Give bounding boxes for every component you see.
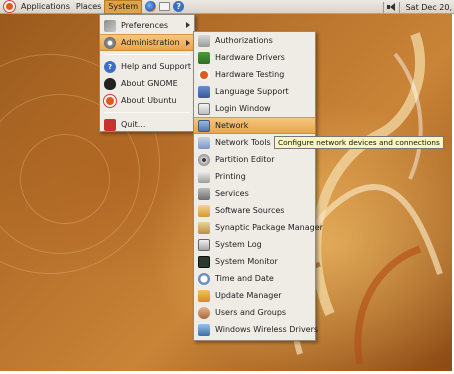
users-groups-icon: [198, 306, 210, 319]
login-window-icon: [198, 102, 210, 115]
menu-item-label: Help and Support: [121, 62, 191, 71]
menu-item-hardware-testing[interactable]: Hardware Testing: [194, 66, 315, 83]
language-support-icon: [198, 85, 210, 98]
menu-item-label: Printing: [215, 172, 246, 181]
menu-item-services[interactable]: Services: [194, 185, 315, 202]
menu-item-about-gnome[interactable]: About GNOME: [100, 75, 194, 92]
menu-item-network[interactable]: Network: [194, 117, 315, 134]
update-manager-icon: [198, 289, 210, 302]
administration-icon: [104, 36, 116, 49]
menu-item-label: Time and Date: [215, 274, 274, 283]
menu-item-hardware-drivers[interactable]: Hardware Drivers: [194, 49, 315, 66]
menu-item-label: Network Tools: [215, 138, 271, 147]
administration-submenu: Authorizations Hardware Drivers Hardware…: [193, 31, 323, 341]
applications-menu[interactable]: Applications: [18, 0, 73, 14]
menu-item-synaptic[interactable]: Synaptic Package Manager: [194, 219, 323, 236]
synaptic-icon: [198, 221, 210, 234]
menu-item-partition-editor[interactable]: Partition Editor: [194, 151, 315, 168]
menu-item-label: Administration: [121, 38, 180, 47]
hardware-drivers-icon: [198, 51, 210, 64]
menu-item-update-manager[interactable]: Update Manager: [194, 287, 315, 304]
menu-item-administration[interactable]: Administration: [100, 34, 194, 51]
submenu-arrow-icon: [186, 40, 190, 46]
hardware-testing-icon: [198, 68, 210, 81]
menu-item-label: System Monitor: [215, 257, 278, 266]
menu-item-login-window[interactable]: Login Window: [194, 100, 315, 117]
gnome-foot-icon: [104, 77, 116, 90]
menu-item-printing[interactable]: Printing: [194, 168, 315, 185]
wireless-drivers-icon: [198, 323, 210, 336]
menu-item-help-support[interactable]: ? Help and Support: [100, 58, 194, 75]
menu-item-label: Quit...: [121, 120, 146, 129]
power-icon: [104, 118, 116, 131]
top-panel: Applications Places System ? Sat Dec 20,: [0, 0, 454, 14]
printer-icon: [198, 170, 210, 183]
panel-tray: Sat Dec 20,: [380, 0, 454, 14]
menu-separator: [104, 54, 190, 55]
menu-item-system-monitor[interactable]: System Monitor: [194, 253, 315, 270]
firefox-icon[interactable]: [145, 1, 157, 12]
menu-item-windows-wireless-drivers[interactable]: Windows Wireless Drivers: [194, 321, 319, 338]
menu-item-label: Hardware Testing: [215, 70, 285, 79]
menu-item-label: Users and Groups: [215, 308, 287, 317]
menu-item-label: Authorizations: [215, 36, 273, 45]
system-monitor-icon: [198, 255, 210, 268]
partition-editor-icon: [198, 153, 210, 166]
software-sources-icon: [198, 204, 210, 217]
menu-item-label: Network: [215, 121, 249, 130]
system-dropdown-menu: Preferences Administration ? Help and Su…: [99, 14, 195, 132]
menu-item-authorizations[interactable]: Authorizations: [194, 32, 315, 49]
menu-item-label: Partition Editor: [215, 155, 275, 164]
menu-item-about-ubuntu[interactable]: About Ubuntu: [100, 92, 194, 109]
menu-item-label: System Log: [215, 240, 262, 249]
menu-item-label: Services: [215, 189, 249, 198]
menu-item-users-groups[interactable]: Users and Groups: [194, 304, 315, 321]
menu-item-system-log[interactable]: System Log: [194, 236, 315, 253]
menu-item-label: Software Sources: [215, 206, 285, 215]
menu-item-quit[interactable]: Quit...: [100, 116, 194, 133]
menu-item-label: Synaptic Package Manager: [215, 223, 323, 232]
panel-separator: [398, 1, 400, 13]
network-icon: [198, 119, 210, 132]
system-menu[interactable]: System: [104, 0, 143, 14]
time-date-icon: [198, 272, 210, 285]
menu-item-label: Update Manager: [215, 291, 282, 300]
places-menu[interactable]: Places: [73, 0, 104, 14]
menu-item-label: About Ubuntu: [121, 96, 177, 105]
menu-item-label: Hardware Drivers: [215, 53, 285, 62]
help-icon[interactable]: ?: [173, 1, 185, 12]
menu-item-software-sources[interactable]: Software Sources: [194, 202, 315, 219]
help-icon: ?: [104, 60, 116, 73]
menu-item-label: About GNOME: [121, 79, 178, 88]
network-tools-icon: [198, 136, 210, 149]
menu-item-label: Windows Wireless Drivers: [215, 325, 319, 334]
menu-item-preferences[interactable]: Preferences: [100, 17, 194, 34]
menu-item-label: Language Support: [215, 87, 289, 96]
menu-item-label: Login Window: [215, 104, 271, 113]
authorizations-icon: [198, 34, 210, 47]
submenu-arrow-icon: [186, 22, 190, 28]
volume-icon[interactable]: [386, 3, 396, 11]
ubuntu-logo-icon[interactable]: [4, 1, 15, 12]
menu-item-time-date[interactable]: Time and Date: [194, 270, 315, 287]
services-icon: [198, 187, 210, 200]
ubuntu-logo-icon: [104, 94, 116, 107]
mail-icon[interactable]: [159, 2, 171, 11]
system-log-icon: [198, 238, 210, 251]
menu-item-label: Preferences: [121, 21, 169, 30]
panel-clock[interactable]: Sat Dec 20,: [403, 3, 454, 12]
menu-separator: [104, 112, 190, 113]
preferences-icon: [104, 19, 116, 32]
panel-separator: [382, 1, 384, 13]
network-tooltip: Configure network devices and connection…: [274, 136, 444, 149]
menu-item-language-support[interactable]: Language Support: [194, 83, 315, 100]
